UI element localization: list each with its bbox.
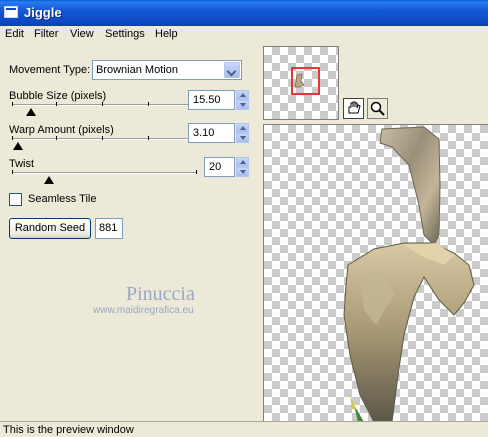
slider-tick <box>148 136 149 140</box>
movement-type-value: Brownian Motion <box>96 64 178 76</box>
random-seed-value: 881 <box>99 222 118 234</box>
title-bar[interactable]: Jiggle <box>0 0 488 26</box>
slider-tick <box>12 136 13 140</box>
watermark-name: Pinuccia <box>126 283 195 305</box>
warp-amount-field[interactable]: 3.10 <box>188 123 235 143</box>
status-text: This is the preview window <box>3 424 134 436</box>
status-bar: This is the preview window <box>0 421 488 437</box>
spin-down-icon[interactable] <box>236 100 249 110</box>
slider-tick <box>56 102 57 106</box>
preview-image <box>343 126 475 421</box>
warp-amount-value: 3.10 <box>193 127 215 139</box>
seamless-tile-checkbox[interactable] <box>9 193 22 206</box>
spin-down-icon[interactable] <box>236 167 249 177</box>
twist-slider[interactable] <box>12 172 197 174</box>
menu-help[interactable]: Help <box>155 28 178 40</box>
spin-down-icon[interactable] <box>236 133 249 143</box>
bubble-size-spinner[interactable] <box>236 90 249 110</box>
bubble-size-value: 15.50 <box>193 94 221 106</box>
twist-slider-thumb[interactable] <box>44 176 54 184</box>
spin-up-icon[interactable] <box>236 157 249 167</box>
menu-edit[interactable]: Edit <box>5 28 24 40</box>
slider-tick <box>12 170 13 174</box>
slider-tick <box>102 102 103 106</box>
magnifier-icon <box>370 101 385 116</box>
twist-field[interactable]: 20 <box>204 157 235 177</box>
random-seed-field[interactable]: 881 <box>95 218 123 239</box>
menu-settings[interactable]: Settings <box>105 28 145 40</box>
twist-label: Twist <box>9 158 35 170</box>
movement-type-select[interactable]: Brownian Motion <box>92 60 242 80</box>
menu-view[interactable]: View <box>70 28 94 40</box>
watermark-url: www.maidiregrafica.eu <box>93 305 194 316</box>
window-icon <box>4 6 18 18</box>
navigator-viewport-frame[interactable] <box>291 67 320 95</box>
spin-up-icon[interactable] <box>236 90 249 100</box>
warp-amount-slider[interactable] <box>12 138 197 140</box>
bubble-size-label: Bubble Size (pixels) <box>9 90 107 102</box>
slider-tick <box>102 136 103 140</box>
movement-type-label: Movement Type: <box>9 64 91 76</box>
slider-tick <box>12 102 13 106</box>
menu-filter[interactable]: Filter <box>34 28 58 40</box>
menu-bar: Edit Filter View Settings Help <box>0 26 488 44</box>
hand-icon <box>348 101 361 114</box>
zoom-tool-button[interactable] <box>367 98 388 119</box>
warp-amount-spinner[interactable] <box>236 123 249 143</box>
warp-amount-slider-thumb[interactable] <box>12 142 23 150</box>
bubble-size-field[interactable]: 15.50 <box>188 90 235 110</box>
window-title: Jiggle <box>24 5 62 20</box>
twist-value: 20 <box>209 161 222 173</box>
slider-tick <box>56 136 57 140</box>
slider-tick <box>196 170 197 174</box>
hand-tool-button[interactable] <box>343 98 364 119</box>
chevron-down-icon[interactable] <box>224 62 240 78</box>
bubble-size-slider-thumb[interactable] <box>25 108 36 116</box>
preview-window[interactable] <box>263 124 488 421</box>
seamless-tile-label: Seamless Tile <box>28 193 97 205</box>
bubble-size-slider[interactable] <box>12 104 197 106</box>
slider-tick <box>148 102 149 106</box>
random-seed-button[interactable]: Random Seed <box>9 218 91 239</box>
warp-amount-label: Warp Amount (pixels) <box>9 124 114 136</box>
spin-up-icon[interactable] <box>236 123 249 133</box>
twist-spinner[interactable] <box>236 157 249 177</box>
